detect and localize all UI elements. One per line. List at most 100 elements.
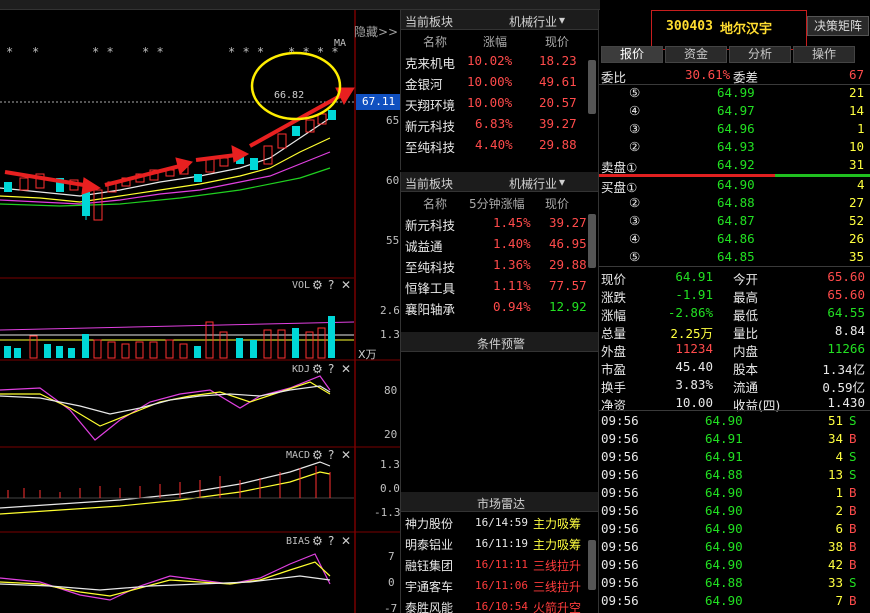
- bias-tick-high: 7: [388, 550, 395, 563]
- list-item[interactable]: 克来机电 10.02% 18.23: [401, 50, 598, 71]
- gear-icon[interactable]: ⚙: [312, 362, 323, 376]
- tick-volume: 34: [827, 431, 843, 446]
- tick-volume: 51: [827, 413, 843, 428]
- list-item[interactable]: 神力股份 16/14:59 主力吸筹: [401, 512, 598, 533]
- list-item[interactable]: 天翔环境 10.00% 20.57: [401, 92, 598, 113]
- list-item[interactable]: 恒锋工具 1.11% 77.57: [401, 275, 598, 296]
- svg-text:* *: * *: [142, 45, 164, 59]
- help-icon[interactable]: ?: [328, 534, 334, 548]
- hide-panel-button[interactable]: 隐藏>>: [354, 23, 398, 40]
- sector-col-headers: 名称 5分钟涨幅 现价: [401, 192, 598, 212]
- stat-value: 65.60: [827, 269, 865, 284]
- tick-volume: 7: [835, 593, 843, 608]
- tick-volume: 38: [827, 539, 843, 554]
- kdj-tick-80: 80: [384, 384, 398, 397]
- sell-level-3[interactable]: ③ 64.96 1: [599, 120, 870, 138]
- tab-operation[interactable]: 操作: [793, 46, 855, 63]
- gear-icon[interactable]: ⚙: [312, 534, 323, 548]
- tick-side: B: [849, 503, 857, 518]
- tick-time: 09:56: [601, 413, 639, 428]
- help-icon[interactable]: ?: [328, 448, 334, 462]
- bias-tick-low: -7: [384, 602, 398, 613]
- list-item[interactable]: 新元科技 1.45% 39.27: [401, 212, 598, 233]
- decision-matrix-button[interactable]: 决策矩阵: [807, 16, 869, 36]
- list-item[interactable]: 襄阳轴承 0.94% 12.92: [401, 296, 598, 317]
- scrollbar[interactable]: [588, 540, 596, 590]
- sell-level-4[interactable]: ④ 64.97 14: [599, 102, 870, 120]
- stat-value: -1.91: [675, 287, 713, 302]
- help-icon[interactable]: ?: [328, 362, 334, 376]
- scrollbar[interactable]: [588, 60, 596, 114]
- sector-title: 当前板块: [405, 177, 454, 191]
- tick-price: 64.90: [705, 413, 743, 428]
- col-price: 现价: [545, 35, 570, 49]
- tick-time: 09:56: [601, 593, 639, 608]
- macd-bars: [7, 466, 331, 498]
- tick-price: 64.90: [705, 521, 743, 536]
- sell-level-2[interactable]: ② 64.93 10: [599, 138, 870, 156]
- tick-time: 09:56: [601, 485, 639, 500]
- price-tick-65: 65: [386, 114, 400, 127]
- gear-icon[interactable]: ⚙: [312, 278, 323, 292]
- stat-row: 现价 64.91 今开 65.60: [599, 268, 870, 287]
- divider: [599, 410, 870, 411]
- chevron-down-icon[interactable]: ▾: [559, 13, 565, 27]
- list-item[interactable]: 新元科技 6.83% 39.27: [401, 113, 598, 134]
- close-icon[interactable]: ✕: [341, 278, 351, 292]
- sector-selector[interactable]: 机械行业: [509, 175, 557, 192]
- table-row: 09:56 64.90 6 B: [599, 520, 870, 538]
- sector-panel-1-header: 当前板块 机械行业 ▾: [401, 10, 598, 30]
- tick-volume: 6: [835, 521, 843, 536]
- sell-level-1[interactable]: 卖盘① 64.92 31: [599, 156, 870, 175]
- stat-value: 8.84: [834, 323, 865, 338]
- buy-level-1[interactable]: 买盘① 64.90 4: [599, 176, 870, 195]
- list-item[interactable]: 至纯科技 4.40% 29.88: [401, 134, 598, 155]
- close-icon[interactable]: ✕: [341, 448, 351, 462]
- close-icon[interactable]: ✕: [341, 362, 351, 376]
- kline-chart-panel[interactable]: * * * * * * * * * * * * * 隐藏>> MA 66.82 …: [0, 10, 401, 613]
- tick-volume: 33: [827, 575, 843, 590]
- vol-tick-mid: 1.3: [380, 328, 400, 341]
- list-item[interactable]: 诚益通 1.40% 46.95: [401, 233, 598, 254]
- stat-row: 外盘 11234 内盘 11266: [599, 340, 870, 359]
- table-row: 09:56 64.90 2 B: [599, 502, 870, 520]
- buy-level-2[interactable]: ② 64.88 27: [599, 194, 870, 212]
- quote-panel: 300403 地尔汉宇 决策矩阵 报价 资金 分析 操作 委比 30.61% 委…: [598, 10, 870, 613]
- stat-value: 65.60: [827, 287, 865, 302]
- tick-side: S: [849, 575, 857, 590]
- list-item[interactable]: 明泰铝业 16/11:19 主力吸筹: [401, 533, 598, 554]
- stat-row: 涨跌 -1.91 最高 65.60: [599, 286, 870, 305]
- stock-title-box: 300403 地尔汉宇: [651, 10, 807, 50]
- sector-panel-1: 当前板块 机械行业 ▾ 名称 涨幅 现价 克来机电 10.02% 18.23 金…: [400, 10, 598, 170]
- tab-funds[interactable]: 资金: [665, 46, 727, 63]
- close-icon[interactable]: ✕: [341, 534, 351, 548]
- ma-label: MA: [334, 38, 347, 49]
- list-item[interactable]: 至纯科技 1.36% 29.88: [401, 254, 598, 275]
- help-icon[interactable]: ?: [328, 278, 334, 292]
- sector-selector[interactable]: 机械行业: [509, 13, 557, 30]
- list-item[interactable]: 泰胜风能 16/10:54 火箭升空: [401, 596, 598, 613]
- tick-side: B: [849, 557, 857, 572]
- list-item[interactable]: 融钰集团 16/11:11 三线拉升: [401, 554, 598, 575]
- stat-value: 64.91: [675, 269, 713, 284]
- chevron-down-icon[interactable]: ▾: [559, 175, 565, 189]
- bias-lines: [0, 553, 331, 601]
- tick-time: 09:56: [601, 557, 639, 572]
- scrollbar[interactable]: [588, 214, 596, 268]
- buy-level-3[interactable]: ③ 64.87 52: [599, 212, 870, 230]
- gear-icon[interactable]: ⚙: [312, 448, 323, 462]
- alert-panel: 条件预警: [400, 332, 598, 492]
- macd-tick-zero: 0.0: [380, 482, 400, 495]
- quote-tabs: 报价 资金 分析 操作: [599, 46, 870, 64]
- table-row: 09:56 64.90 1 B: [599, 484, 870, 502]
- stat-value: 3.83%: [675, 377, 713, 392]
- buy-level-5[interactable]: ⑤ 64.85 35: [599, 248, 870, 266]
- tab-quote[interactable]: 报价: [601, 46, 663, 63]
- list-item[interactable]: 宇通客车 16/11:06 三线拉升: [401, 575, 598, 596]
- svg-text:* * *: * * *: [228, 45, 264, 59]
- tab-analysis[interactable]: 分析: [729, 46, 791, 63]
- buy-level-4[interactable]: ④ 64.86 26: [599, 230, 870, 248]
- stat-row: 市盈 45.40 股本 1.34亿: [599, 358, 870, 377]
- list-item[interactable]: 金银河 10.00% 49.61: [401, 71, 598, 92]
- sell-level-5[interactable]: ⑤ 64.99 21: [599, 84, 870, 102]
